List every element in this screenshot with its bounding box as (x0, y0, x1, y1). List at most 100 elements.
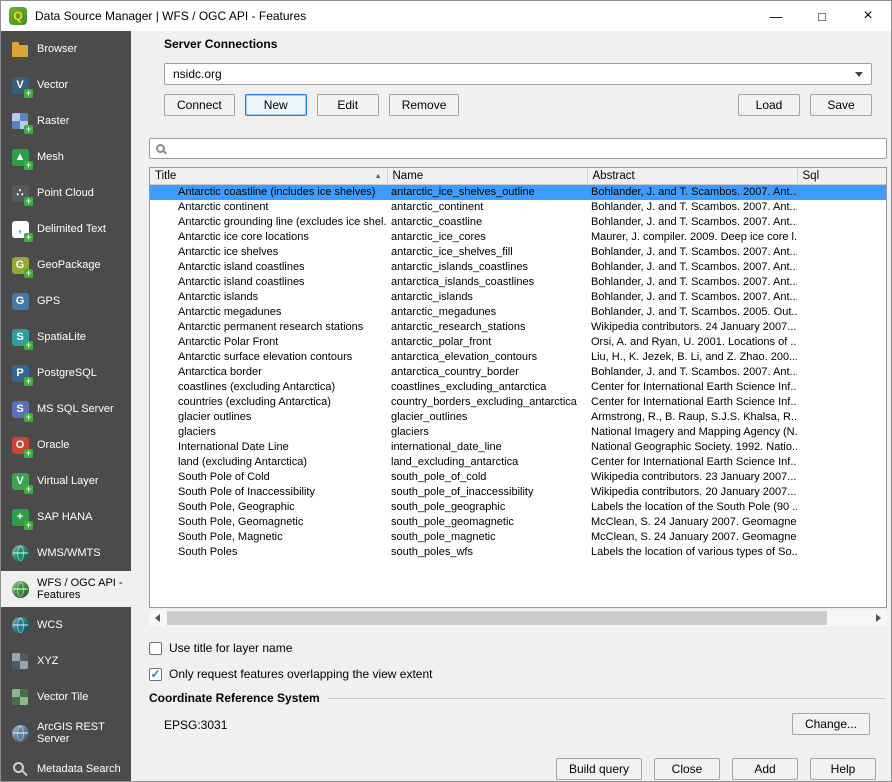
connect-button[interactable]: Connect (164, 94, 235, 116)
sidebar-item-vector-tile[interactable]: Vector Tile (1, 679, 131, 715)
layer-row[interactable]: Antarctic permanent research stationsant… (150, 320, 887, 335)
sidebar-item-point-cloud[interactable]: ∴Point Cloud (1, 175, 131, 211)
cell-title: South Pole, Geomagnetic (150, 515, 387, 530)
cell-abstract: Orsi, A. and Ryan, U. 2001. Locations of… (587, 335, 797, 350)
cell-abstract: National Imagery and Mapping Agency (N..… (587, 425, 797, 440)
layer-row[interactable]: Antarctic Polar Frontantarctic_polar_fro… (150, 335, 887, 350)
sidebar-item-raster[interactable]: Raster (1, 103, 131, 139)
connection-select[interactable]: nsidc.org (164, 63, 872, 85)
cell-name: antarctic_continent (387, 200, 587, 215)
layer-row[interactable]: Antarctic ice core locationsantarctic_ic… (150, 230, 887, 245)
scroll-left-icon[interactable] (149, 610, 166, 626)
folder-icon (9, 39, 31, 59)
close-icon[interactable]: × (845, 1, 891, 31)
layer-row[interactable]: International Date Lineinternational_dat… (150, 440, 887, 455)
sidebar-item-delimited-text[interactable]: ,Delimited Text (1, 211, 131, 247)
layer-row[interactable]: Antarctic island coastlinesantarctic_isl… (150, 260, 887, 275)
sidebar-item-wcs[interactable]: WCS (1, 607, 131, 643)
save-button[interactable]: Save (810, 94, 872, 116)
column-header-sql[interactable]: Sql (797, 168, 887, 184)
sidebar-item-gps[interactable]: GGPS (1, 283, 131, 319)
sidebar-item-postgresql[interactable]: PPostgreSQL (1, 355, 131, 391)
sidebar-item-label: ArcGIS REST Server (37, 721, 127, 745)
layers-table-header-row: Title▲NameAbstractSql (150, 168, 887, 184)
cell-sql (797, 290, 887, 305)
spatialite-icon: S (9, 327, 31, 347)
remove-button[interactable]: Remove (389, 94, 460, 116)
sidebar-item-metadata-search[interactable]: Metadata Search (1, 751, 131, 781)
scrollbar-thumb[interactable] (167, 611, 827, 625)
sidebar-item-wfs-ogc-api-features[interactable]: WFS / OGC API - Features (1, 571, 131, 607)
sidebar-item-vector[interactable]: VVector (1, 67, 131, 103)
load-button[interactable]: Load (738, 94, 800, 116)
layer-row[interactable]: South Pole, Geomagneticsouth_pole_geomag… (150, 515, 887, 530)
cell-sql (797, 440, 887, 455)
add-button[interactable]: Add (732, 758, 798, 780)
cell-sql (797, 485, 887, 500)
scroll-right-icon[interactable] (870, 610, 887, 626)
change-crs-button[interactable]: Change... (792, 713, 870, 735)
layer-row[interactable]: Antarctic continentantarctic_continentBo… (150, 200, 887, 215)
layer-row[interactable]: Antarctic ice shelvesantarctic_ice_shelv… (150, 245, 887, 260)
sidebar-item-sap-hana[interactable]: +SAP HANA (1, 499, 131, 535)
layer-row[interactable]: Antarctic grounding line (excludes ice s… (150, 215, 887, 230)
cell-name: antarctic_polar_front (387, 335, 587, 350)
layer-row[interactable]: Antarctic megadunesantarctic_megadunesBo… (150, 305, 887, 320)
cell-sql (797, 200, 887, 215)
horizontal-scrollbar[interactable] (149, 610, 887, 626)
gps-icon: G (9, 291, 31, 311)
layer-row[interactable]: coastlines (excluding Antarctica)coastli… (150, 380, 887, 395)
help-button[interactable]: Help (810, 758, 876, 780)
layer-row[interactable]: South Polessouth_poles_wfsLabels the loc… (150, 545, 887, 560)
layer-row[interactable]: South Pole of Coldsouth_pole_of_coldWiki… (150, 470, 887, 485)
overlap-extent-checkbox[interactable] (149, 668, 162, 681)
layer-row[interactable]: Antarctica borderantarctica_country_bord… (150, 365, 887, 380)
layer-row[interactable]: Antarctic islandsantarctic_islandsBohlan… (150, 290, 887, 305)
maximize-button[interactable]: □ (799, 1, 845, 31)
cell-sql (797, 395, 887, 410)
layer-row[interactable]: South Pole, Magneticsouth_pole_magneticM… (150, 530, 887, 545)
layer-row[interactable]: South Pole, Geographicsouth_pole_geograp… (150, 500, 887, 515)
layer-row[interactable]: South Pole of Inaccessibilitysouth_pole_… (150, 485, 887, 500)
filter-input[interactable] (171, 142, 880, 156)
sidebar-item-spatialite[interactable]: SSpatiaLite (1, 319, 131, 355)
sidebar-item-arcgis-rest[interactable]: ArcGIS REST Server (1, 715, 131, 751)
layer-row[interactable]: Antarctic island coastlinesantarctica_is… (150, 275, 887, 290)
column-header-name[interactable]: Name (387, 168, 587, 184)
layer-row[interactable]: countries (excluding Antarctica)country_… (150, 395, 887, 410)
cell-name: south_pole_of_cold (387, 470, 587, 485)
new-button[interactable]: New (245, 94, 307, 116)
column-header-abstract[interactable]: Abstract (587, 168, 797, 184)
sidebar-item-oracle[interactable]: OOracle (1, 427, 131, 463)
geopackage-icon: G (9, 255, 31, 275)
layer-row[interactable]: Antarctic surface elevation contoursanta… (150, 350, 887, 365)
cell-name: antarctic_megadunes (387, 305, 587, 320)
layer-row[interactable]: glaciersglaciersNational Imagery and Map… (150, 425, 887, 440)
sidebar-item-wms-wmts[interactable]: WMS/WMTS (1, 535, 131, 571)
sidebar-item-mssql[interactable]: SMS SQL Server (1, 391, 131, 427)
column-header-title[interactable]: Title▲ (150, 168, 387, 184)
cell-abstract: Armstrong, R., B. Raup, S.J.S. Khalsa, R… (587, 410, 797, 425)
layer-row[interactable]: Antarctic coastline (includes ice shelve… (150, 184, 887, 200)
sidebar-item-browser[interactable]: Browser (1, 31, 131, 67)
overlap-extent-option[interactable]: Only request features overlapping the vi… (149, 666, 432, 682)
sidebar-item-geopackage[interactable]: GGeoPackage (1, 247, 131, 283)
build-query-button[interactable]: Build query (556, 758, 642, 780)
cell-name: antarctic_ice_shelves_fill (387, 245, 587, 260)
mesh-layer-icon: ▲ (9, 147, 31, 167)
sidebar-item-mesh[interactable]: ▲Mesh (1, 139, 131, 175)
layer-row[interactable]: land (excluding Antarctica)land_excludin… (150, 455, 887, 470)
cell-title: land (excluding Antarctica) (150, 455, 387, 470)
use-title-checkbox[interactable] (149, 642, 162, 655)
edit-button[interactable]: Edit (317, 94, 379, 116)
minimize-button[interactable]: — (753, 1, 799, 31)
close-button[interactable]: Close (654, 758, 720, 780)
vector-layer-icon: V (9, 75, 31, 95)
cell-abstract: Labels the location of the South Pole (9… (587, 500, 797, 515)
spacer (469, 94, 728, 116)
sidebar-item-xyz[interactable]: XYZ (1, 643, 131, 679)
sidebar-item-virtual-layer[interactable]: VVirtual Layer (1, 463, 131, 499)
sidebar-item-label: WFS / OGC API - Features (37, 577, 127, 601)
layer-row[interactable]: glacier outlinesglacier_outlinesArmstron… (150, 410, 887, 425)
use-title-option[interactable]: Use title for layer name (149, 640, 292, 656)
